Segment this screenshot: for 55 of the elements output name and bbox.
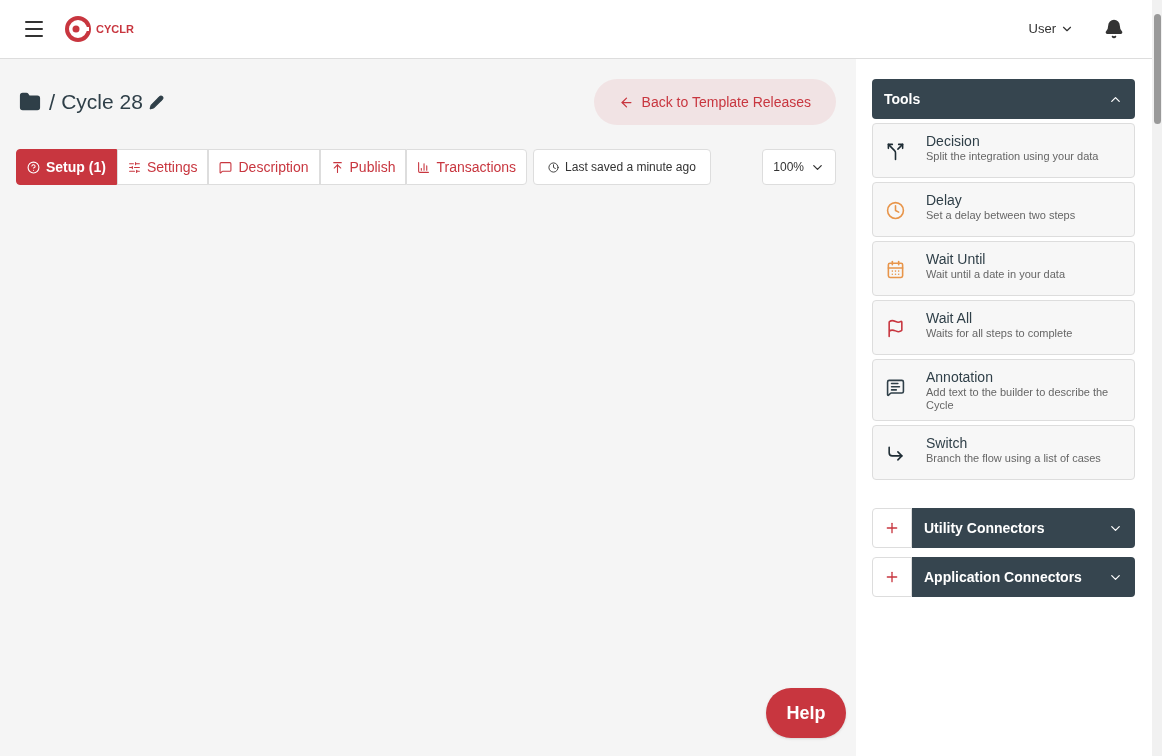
upload-icon bbox=[330, 160, 344, 174]
bar-chart-icon bbox=[417, 160, 431, 174]
tools-header[interactable]: Tools bbox=[872, 79, 1135, 119]
tool-description: Branch the flow using a list of cases bbox=[926, 452, 1101, 465]
tool-card[interactable]: Wait Until Wait until a date in your data bbox=[872, 241, 1135, 296]
edit-icon[interactable] bbox=[148, 94, 164, 110]
tool-name: Wait Until bbox=[926, 250, 987, 268]
tab[interactable]: Publish bbox=[319, 149, 407, 185]
tool-card[interactable]: Delay Set a delay between two steps bbox=[872, 182, 1135, 237]
notification-icon[interactable] bbox=[1104, 19, 1124, 39]
calendar-icon bbox=[886, 260, 905, 279]
tab[interactable]: Settings bbox=[116, 149, 209, 185]
tool-description: Add text to the builder to describe the Cycle bbox=[926, 386, 1110, 412]
clock-icon bbox=[886, 201, 905, 220]
tool-description: Set a delay between two steps bbox=[926, 209, 1076, 222]
help-button[interactable]: Help bbox=[766, 688, 846, 738]
folder-icon[interactable] bbox=[19, 91, 41, 113]
tool-name: Wait All bbox=[926, 309, 974, 327]
connector-header[interactable]: Utility Connectors bbox=[912, 508, 1135, 548]
tab[interactable]: Transactions bbox=[406, 149, 528, 185]
tool-description: Split the integration using your data bbox=[926, 150, 1099, 163]
logo-text: CYCLR bbox=[96, 21, 134, 37]
user-menu[interactable]: User bbox=[1028, 19, 1074, 39]
cycle-title: Cycle 28 bbox=[61, 89, 143, 116]
tool-name: Switch bbox=[926, 434, 969, 452]
tool-card[interactable]: Wait All Waits for all steps to complete bbox=[872, 300, 1135, 355]
flag-icon bbox=[886, 319, 905, 338]
clock-icon bbox=[548, 161, 560, 173]
tool-card[interactable]: Annotation Add text to the builder to describe the Cycle bbox=[872, 359, 1135, 421]
breadcrumb-separator: / bbox=[49, 88, 56, 117]
add-button[interactable] bbox=[872, 557, 912, 597]
tool-name: Delay bbox=[926, 191, 963, 209]
tab[interactable]: Description bbox=[208, 149, 320, 185]
connector-header[interactable]: Application Connectors bbox=[912, 557, 1135, 597]
split-arrows-icon bbox=[886, 142, 905, 161]
scrollbar[interactable] bbox=[1152, 0, 1162, 756]
add-button[interactable] bbox=[872, 508, 912, 548]
back-button[interactable]: Back to Template Releases bbox=[593, 79, 836, 125]
tool-description: Wait until a date in your data bbox=[926, 268, 1065, 281]
help-icon bbox=[27, 160, 40, 174]
tool-description: Waits for all steps to complete bbox=[926, 327, 1073, 340]
chat-bubble-icon bbox=[219, 160, 233, 174]
logo-icon bbox=[64, 15, 92, 43]
plus-icon bbox=[884, 520, 900, 536]
branch-arrow-icon bbox=[886, 444, 905, 463]
tool-name: Decision bbox=[926, 132, 981, 150]
sliders-icon bbox=[127, 160, 141, 174]
tool-card[interactable]: Decision Split the integration using your data bbox=[872, 123, 1135, 178]
tab[interactable]: Setup (1) bbox=[16, 149, 117, 185]
save-status: Last saved a minute ago bbox=[533, 149, 711, 185]
tool-card[interactable]: Switch Branch the flow using a list of cases bbox=[872, 425, 1135, 480]
tool-name: Annotation bbox=[926, 368, 994, 386]
zoom-dropdown[interactable]: 100% bbox=[762, 149, 836, 185]
comment-icon bbox=[886, 378, 905, 397]
plus-icon bbox=[884, 569, 900, 585]
